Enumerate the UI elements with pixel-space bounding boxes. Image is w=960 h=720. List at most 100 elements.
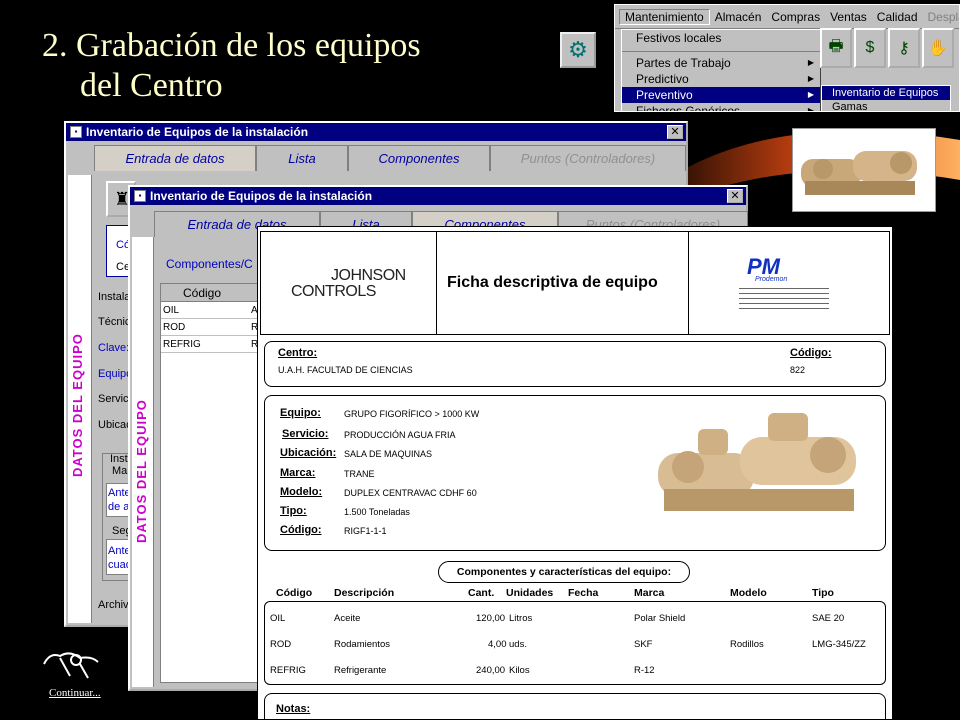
- menu-compras[interactable]: Compras: [766, 10, 825, 24]
- row2-tipo: LMG-345/ZZ: [812, 639, 866, 650]
- col-marca: Marca: [634, 587, 665, 599]
- servicio-label: Servicio:: [282, 428, 329, 440]
- company-name: Prodemon: [755, 276, 788, 283]
- chiller-photo: [792, 128, 936, 212]
- ubicacion-value: SALA DE MAQUINAS: [344, 449, 433, 459]
- row1-desc: Aceite: [334, 613, 361, 624]
- menu-item-preventivo[interactable]: Preventivo ▶: [622, 87, 820, 103]
- chiller-datasheet-image: [658, 413, 856, 511]
- datasheet-title: Ficha descriptiva de equipo: [437, 232, 689, 334]
- money-button[interactable]: $: [854, 28, 886, 68]
- slide-title-line1: 2. Grabación de los equipos: [42, 27, 421, 64]
- menu-calidad[interactable]: Calidad: [872, 10, 923, 24]
- keys-button[interactable]: ⚷: [888, 28, 920, 68]
- close-icon: ✕: [670, 126, 680, 138]
- grid-header-codigo[interactable]: Código: [161, 284, 259, 302]
- menu-item-festivos[interactable]: Festivos locales: [622, 30, 820, 46]
- toolbar: 🖶 $ ⚷ ✋: [820, 28, 954, 68]
- mouse-mascot-icon: [43, 652, 99, 679]
- grid-row[interactable]: REFRIG R: [161, 336, 259, 353]
- printer-button[interactable]: 🖶: [820, 28, 852, 68]
- app-logo-button[interactable]: ⚙: [560, 32, 596, 68]
- submenu-arrow-icon: ▶: [807, 74, 814, 83]
- col-fecha: Fecha: [568, 587, 599, 599]
- col-codigo: Código: [276, 587, 313, 599]
- slide-title: 2. Grabación de los equipos del Centro: [42, 26, 421, 106]
- datos-equipo-label: DATOS DEL EQUIPO: [134, 399, 149, 543]
- window-title: Inventario de Equipos de la instalación: [86, 125, 309, 139]
- components-title: Componentes y características del equipo…: [438, 561, 690, 583]
- grid-row[interactable]: OIL A: [161, 302, 259, 319]
- row2-desc: Rodamientos: [334, 639, 390, 650]
- menu-ventas[interactable]: Ventas: [825, 10, 872, 24]
- pump-icon: ⚙: [568, 37, 588, 62]
- label-ubicac: Ubicac: [98, 419, 132, 431]
- tipo-value: 1.500 Toneladas: [344, 507, 410, 517]
- notes-label: Notas:: [276, 703, 311, 715]
- label-tecnic: Técnic: [98, 316, 131, 328]
- menu-item-partes[interactable]: Partes de Trabajo ▶: [622, 55, 820, 71]
- menu-bar: Mantenimiento Almacén Compras Ventas Cal…: [615, 5, 959, 29]
- brand-line2: CONTROLS: [291, 283, 376, 300]
- equipment-datasheet: JOHNSON CONTROLS Ficha descriptiva de eq…: [257, 226, 893, 720]
- row2-marca: SKF: [634, 639, 653, 650]
- company-address: [739, 288, 829, 312]
- handshake-icon: ✋: [928, 40, 948, 57]
- tab-entrada-datos[interactable]: Entrada de datos: [94, 145, 256, 171]
- prodemon-logo: PM Prodemon: [689, 232, 889, 334]
- codigo-equipo-label: Código:: [280, 524, 322, 536]
- ubicacion-label: Ubicación:: [280, 447, 337, 459]
- menu-almacen[interactable]: Almacén: [710, 10, 767, 24]
- chiller-image: [801, 151, 917, 195]
- col-tipo: Tipo: [812, 587, 834, 599]
- submenu-arrow-icon: ▶: [807, 58, 814, 67]
- componentes-label: Componentes/C: [166, 257, 253, 271]
- label-instala: Instala: [98, 291, 131, 303]
- row3-unid: Kilos: [509, 665, 530, 676]
- handshake-button[interactable]: ✋: [922, 28, 954, 68]
- brand-line1: JOHNSON: [331, 267, 406, 284]
- window-titlebar: ▪ Inventario de Equipos de la instalació…: [130, 187, 746, 205]
- row2-modelo: Rodillos: [730, 639, 764, 650]
- window-icon: ▪: [134, 190, 146, 202]
- label-servic: Servic: [98, 393, 129, 405]
- col-unidades: Unidades: [506, 587, 554, 599]
- row3-codigo: REFRIG: [270, 665, 306, 676]
- codigo-label: Código:: [790, 347, 832, 359]
- label-clave: Clave:: [98, 342, 130, 354]
- tab-lista[interactable]: Lista: [256, 145, 348, 171]
- equipo-value: GRUPO FIGORÍFICO > 1000 KW: [344, 409, 480, 419]
- row2-codigo: ROD: [270, 639, 292, 650]
- close-icon: ✕: [730, 190, 740, 202]
- menu-separator: [622, 46, 820, 52]
- col-descripcion: Descripción: [334, 587, 395, 599]
- row3-desc: Refrigerante: [334, 665, 387, 676]
- close-button[interactable]: ✕: [727, 189, 743, 203]
- menu-desplaz[interactable]: Desplaz: [923, 10, 960, 24]
- notes-box: [264, 693, 886, 720]
- preventivo-submenu: Inventario de Equipos Gamas: [821, 85, 951, 111]
- printer-icon: 🖶: [828, 37, 844, 55]
- tab-componentes[interactable]: Componentes: [348, 145, 490, 171]
- menu-item-predictivo[interactable]: Predictivo ▶: [622, 71, 820, 87]
- submenu-item-gamas[interactable]: Gamas: [822, 100, 950, 111]
- menu-item-ficheros[interactable]: Ficheros Genéricos ▶: [622, 103, 820, 111]
- row2-unid: uds.: [509, 639, 527, 650]
- hydrant-icon: ♜: [114, 189, 131, 209]
- marca-label: Marca:: [280, 467, 316, 479]
- datos-equipo-label: DATOS DEL EQUIPO: [70, 333, 85, 477]
- close-button[interactable]: ✕: [667, 125, 683, 139]
- submenu-item-inventario[interactable]: Inventario de Equipos: [822, 86, 950, 100]
- servicio-value: PRODUCCIÓN AGUA FRIA: [344, 430, 456, 440]
- tab-puntos[interactable]: Puntos (Controladores): [490, 145, 686, 171]
- equipo-label: Equipo:: [280, 407, 321, 419]
- marca-value: TRANE: [344, 469, 375, 479]
- menu-mantenimiento[interactable]: Mantenimiento: [619, 8, 710, 25]
- johnson-controls-logo: JOHNSON CONTROLS: [261, 232, 437, 334]
- row1-codigo: OIL: [270, 613, 286, 624]
- modelo-label: Modelo:: [280, 486, 323, 498]
- continue-link[interactable]: Continuar...: [49, 687, 101, 699]
- grid-row[interactable]: ROD R: [161, 319, 259, 336]
- components-grid: Código OIL A ROD R REFRIG R: [160, 283, 260, 683]
- submenu-arrow-icon: ▶: [807, 90, 814, 99]
